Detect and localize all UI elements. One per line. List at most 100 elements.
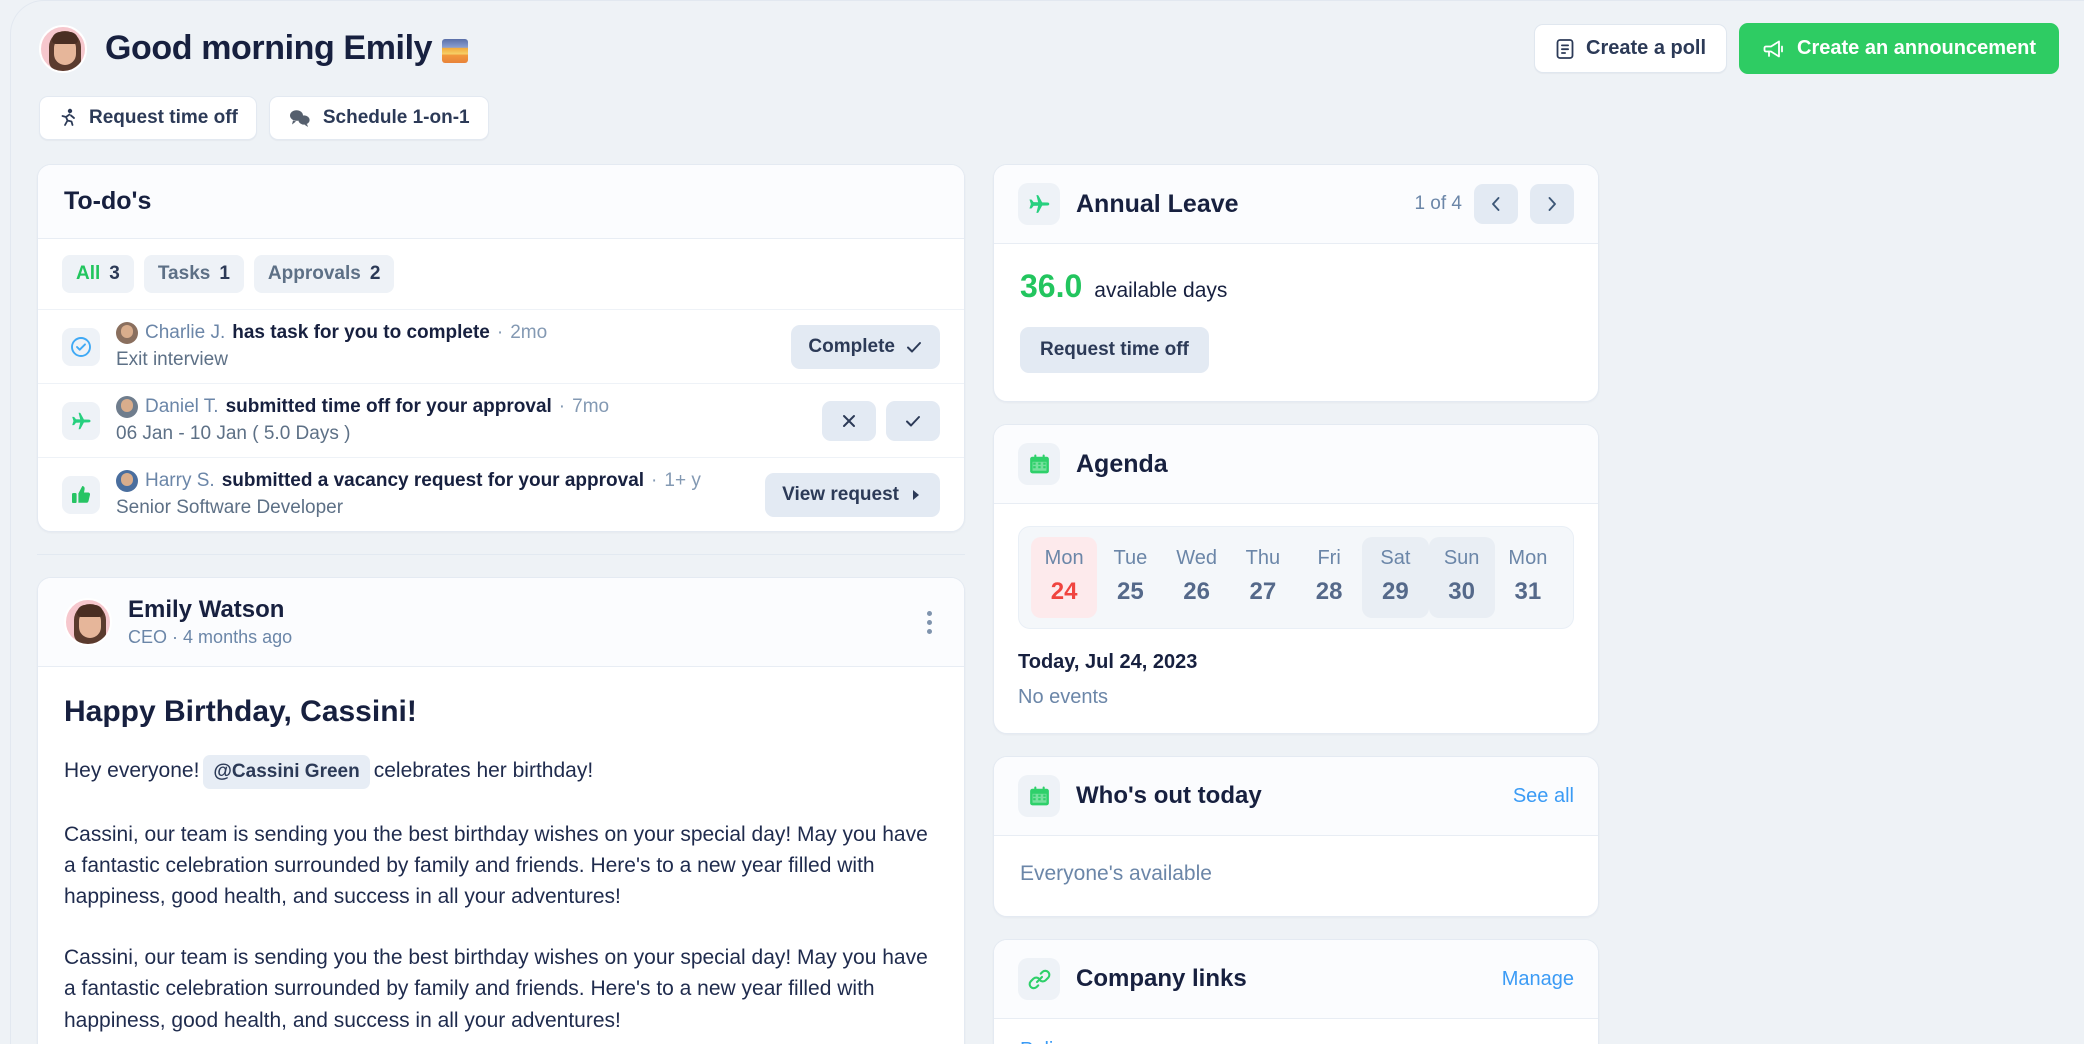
annual-leave-pager: 1 of 4 — [1414, 184, 1574, 224]
tab-approvals-label: Approvals — [267, 263, 361, 284]
day-cell[interactable]: Sun 30 — [1428, 537, 1495, 618]
airplane-icon — [62, 401, 100, 440]
tab-all-count: 3 — [109, 263, 120, 284]
day-cell[interactable]: Wed 26 — [1164, 537, 1230, 618]
whos-out-header: Who's out today See all — [994, 757, 1598, 836]
post-meta: CEO · 4 months ago — [128, 627, 292, 648]
todo-action: has task for you to complete — [232, 322, 490, 343]
thumbs-up-icon — [62, 475, 100, 514]
day-cell[interactable]: Tue 25 — [1097, 537, 1163, 618]
post-more-menu-button[interactable] — [921, 605, 938, 640]
week-strip: Mon 24 Tue 25 Wed 26 Thu 27 Fri 28 Sat 2… — [1018, 526, 1574, 629]
announcement-post-card: Emily Watson CEO · 4 months ago Happy Bi… — [37, 577, 965, 1044]
chat-bubbles-icon — [289, 110, 310, 127]
todo-action: submitted a vacancy request for your app… — [221, 470, 645, 491]
table-row[interactable]: Charlie J. has task for you to complete … — [38, 309, 964, 383]
todo-row-actions — [822, 400, 940, 441]
tab-tasks-count: 1 — [219, 263, 230, 284]
day-number: 24 — [1050, 578, 1078, 605]
check-circle-icon — [62, 327, 100, 366]
next-button[interactable] — [1530, 184, 1574, 224]
day-name: Mon — [1044, 547, 1084, 569]
complete-button[interactable]: Complete — [791, 324, 940, 369]
company-links-title: Company links — [1076, 965, 1247, 992]
manage-link[interactable]: Manage — [1502, 968, 1574, 991]
create-announcement-label: Create an announcement — [1797, 37, 2036, 59]
whos-out-empty-state: Everyone's available — [1020, 862, 1212, 885]
todo-content: Charlie J. has task for you to complete … — [116, 322, 775, 371]
view-request-button[interactable]: View request — [765, 472, 940, 517]
approve-button[interactable] — [886, 400, 940, 441]
prev-button[interactable] — [1474, 184, 1518, 224]
todo-row-actions: Complete — [791, 324, 940, 369]
todo-time: 2mo — [510, 322, 548, 343]
post-paragraph-1: Cassini, our team is sending you the bes… — [64, 823, 928, 909]
post-heading: Happy Birthday, Cassini! — [64, 695, 417, 728]
running-person-icon — [61, 108, 75, 126]
day-name: Fri — [1317, 547, 1341, 569]
tab-all[interactable]: All 3 — [62, 255, 134, 293]
todos-card: To-do's All 3 Tasks 1 Approvals 2 Charli… — [37, 164, 965, 532]
day-cell[interactable]: Mon 31 — [1495, 537, 1561, 618]
schedule-1on1-button[interactable]: Schedule 1-on-1 — [268, 96, 489, 140]
right-column: Annual Leave 1 of 4 36.0 available days … — [993, 164, 1599, 1044]
day-number: 27 — [1249, 578, 1277, 605]
agenda-header: Agenda — [994, 425, 1598, 504]
create-announcement-button[interactable]: Create an announcement — [1739, 23, 2059, 74]
day-name: Mon — [1508, 547, 1548, 569]
day-number: 26 — [1183, 578, 1210, 605]
todo-time: 7mo — [572, 396, 610, 417]
page-header: Good morning Emily Create a poll Create … — [25, 23, 2059, 74]
annual-leave-body: 36.0 available days Request time off — [994, 244, 1598, 401]
post-author-name: Emily Watson — [128, 596, 285, 623]
tab-all-label: All — [76, 263, 101, 284]
agenda-title: Agenda — [1076, 449, 1168, 478]
section-divider — [37, 554, 965, 555]
day-number: 31 — [1514, 578, 1542, 605]
company-links-body: Policy — [994, 1019, 1598, 1044]
greeting-block: Good morning Emily — [39, 24, 469, 73]
todo-person: Harry S. — [145, 470, 215, 491]
day-name: Tue — [1113, 547, 1148, 569]
app-window: Good morning Emily Create a poll Create … — [10, 0, 2084, 1044]
company-link-item[interactable]: Policy — [1020, 1039, 1572, 1044]
airplane-icon — [1018, 183, 1060, 225]
day-cell[interactable]: Thu 27 — [1230, 537, 1296, 618]
check-icon — [906, 415, 920, 426]
tab-approvals-count: 2 — [369, 263, 381, 284]
sunrise-emoji — [442, 38, 469, 63]
day-number: 29 — [1382, 578, 1409, 605]
tab-tasks[interactable]: Tasks 1 — [143, 255, 244, 293]
left-column: To-do's All 3 Tasks 1 Approvals 2 Charli… — [37, 164, 965, 1044]
day-cell[interactable]: Fri 28 — [1296, 537, 1362, 618]
day-name: Sat — [1380, 547, 1411, 569]
link-icon — [1018, 958, 1060, 1000]
day-cell[interactable]: Mon 24 — [1031, 537, 1098, 618]
request-time-off-button[interactable]: Request time off — [1020, 327, 1209, 373]
calendar-icon — [1018, 775, 1060, 817]
whos-out-card: Who's out today See all Everyone's avail… — [993, 756, 1599, 917]
table-row[interactable]: Harry S. submitted a vacancy request for… — [38, 457, 964, 531]
quick-actions: Request time off Schedule 1-on-1 — [25, 96, 2059, 140]
day-cell[interactable]: Sat 29 — [1362, 537, 1429, 618]
tab-approvals[interactable]: Approvals 2 — [253, 255, 395, 293]
post-intro: Hey everyone! @Cassini Green celebrates he… — [64, 755, 938, 790]
see-all-link[interactable]: See all — [1513, 785, 1574, 808]
close-icon — [843, 414, 855, 427]
reject-button[interactable] — [822, 400, 876, 441]
mention-chip[interactable]: @Cassini Green — [203, 755, 370, 790]
request-time-off-button[interactable]: Request time off — [39, 96, 257, 140]
chevron-right-icon — [1548, 197, 1556, 211]
table-row[interactable]: Daniel T. submitted time off for your ap… — [38, 383, 964, 457]
megaphone-icon — [1763, 40, 1783, 57]
pager-count: 1 of 4 — [1414, 193, 1462, 214]
day-name: Thu — [1245, 547, 1281, 569]
day-name: Wed — [1176, 547, 1217, 569]
post-author-block: Emily Watson CEO · 4 months ago — [64, 596, 292, 648]
todo-detail: Exit interview — [116, 349, 228, 370]
create-poll-button[interactable]: Create a poll — [1534, 24, 1728, 73]
dashboard-columns: To-do's All 3 Tasks 1 Approvals 2 Charli… — [25, 164, 2059, 1044]
post-body: Happy Birthday, Cassini! Hey everyone! @C… — [38, 667, 964, 1044]
dashboard-page: Good morning Emily Create a poll Create … — [11, 1, 2084, 1044]
day-number: 25 — [1117, 578, 1144, 605]
